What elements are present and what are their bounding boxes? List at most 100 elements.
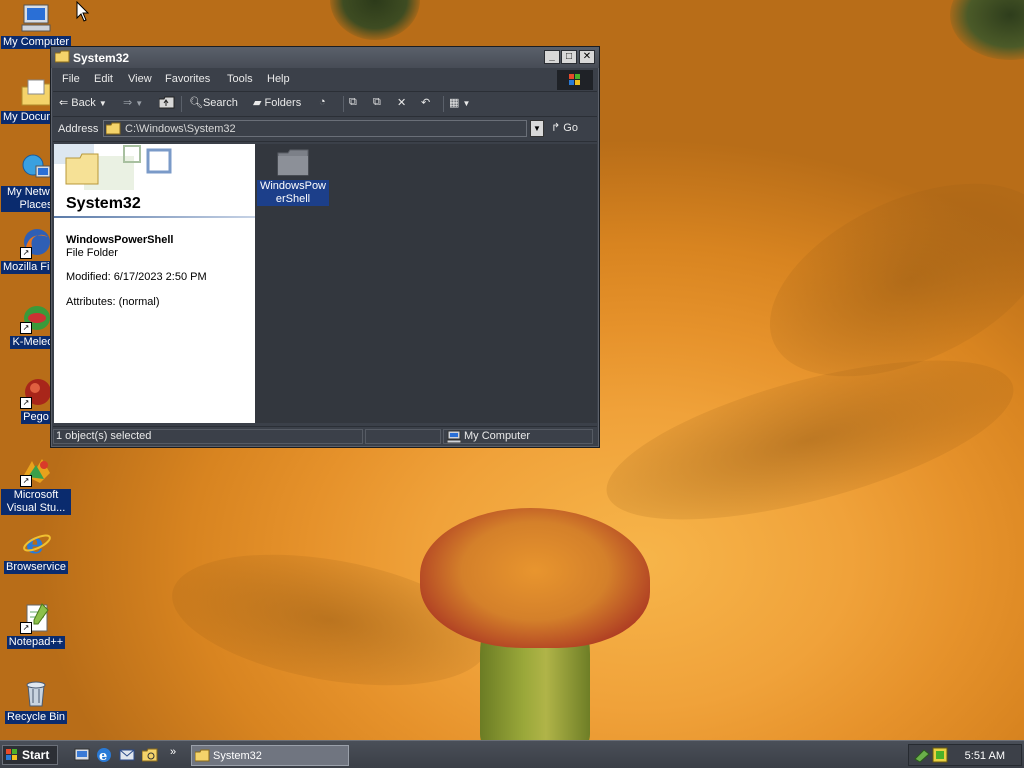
shortcut-arrow-icon: ↗ bbox=[20, 397, 32, 409]
details-folder-title: System32 bbox=[66, 195, 141, 212]
tray-security-icon[interactable] bbox=[932, 747, 948, 766]
my-documents-icon bbox=[20, 77, 52, 109]
folder-item-windowspowershell[interactable]: WindowsPowerShell bbox=[257, 148, 329, 206]
quicklaunch-outlook[interactable] bbox=[119, 747, 135, 763]
mail-icon bbox=[119, 749, 135, 761]
recycle-bin-icon bbox=[20, 677, 52, 709]
firefox-icon: ↗ bbox=[20, 227, 52, 259]
move-to-button[interactable]: ⧉ bbox=[349, 96, 357, 109]
my-computer-icon bbox=[20, 2, 52, 34]
folder-icon bbox=[194, 749, 210, 765]
status-bar: 1 object(s) selected My Computer bbox=[53, 426, 597, 446]
close-button[interactable]: ✕ bbox=[579, 50, 595, 64]
copy-to-button[interactable]: ⧉ bbox=[373, 96, 381, 109]
file-list[interactable]: WindowsPowerShell bbox=[255, 144, 597, 423]
desktop-icon-label: Browservice bbox=[4, 561, 68, 574]
status-zone-label: My Computer bbox=[464, 430, 531, 442]
taskbar-button-system32[interactable]: System32 bbox=[191, 745, 349, 766]
menu-edit[interactable]: Edit bbox=[94, 73, 113, 85]
address-input[interactable]: C:\Windows\System32 bbox=[103, 120, 527, 137]
back-label: Back bbox=[71, 97, 96, 109]
windows-logo-icon bbox=[6, 749, 18, 761]
history-icon: ◔ bbox=[319, 96, 326, 108]
pego-icon: ↗ bbox=[20, 377, 52, 409]
toolbar-separator bbox=[443, 96, 444, 112]
shortcut-arrow-icon: ↗ bbox=[20, 247, 32, 259]
my-computer-icon bbox=[446, 430, 462, 447]
tray-network-icon[interactable] bbox=[914, 747, 930, 766]
views-button[interactable]: ▦ ▼ bbox=[449, 96, 470, 109]
quicklaunch-explorer[interactable] bbox=[141, 747, 158, 763]
desktop-icon-label: Pego bbox=[21, 411, 51, 424]
menu-view[interactable]: View bbox=[128, 73, 152, 85]
menu-tools[interactable]: Tools bbox=[227, 73, 253, 85]
quicklaunch-show-desktop[interactable] bbox=[74, 747, 90, 763]
go-button[interactable]: ↱ Go bbox=[551, 121, 578, 134]
status-selection: 1 object(s) selected bbox=[53, 429, 363, 444]
quicklaunch-overflow-chevron-icon[interactable]: » bbox=[170, 746, 176, 758]
desktop-icon-label: Microsoft Visual Stu... bbox=[1, 489, 71, 515]
show-desktop-icon bbox=[74, 748, 90, 761]
clock[interactable]: 5:51 AM bbox=[965, 750, 1005, 762]
window-titlebar[interactable]: System32 _ □ ✕ bbox=[51, 47, 599, 68]
notepadpp-icon: ↗ bbox=[20, 602, 52, 634]
maximize-button[interactable]: □ bbox=[561, 50, 577, 64]
details-attributes: Attributes: (normal) bbox=[66, 296, 160, 308]
chevron-down-icon: ▼ bbox=[98, 99, 107, 108]
back-button[interactable]: ⇐ Back ▼ bbox=[59, 96, 107, 109]
folders-icon: ▰ bbox=[253, 97, 262, 109]
folders-label: Folders bbox=[264, 97, 302, 109]
undo-button[interactable]: ↶ bbox=[421, 96, 430, 109]
mouse-pointer-icon bbox=[76, 0, 90, 26]
minimize-button[interactable]: _ bbox=[544, 50, 560, 64]
menu-favorites[interactable]: Favorites bbox=[165, 73, 210, 85]
desktop-icon-label: Recycle Bin bbox=[4, 711, 68, 724]
back-arrow-icon: ⇐ bbox=[59, 97, 69, 109]
taskbar-button-label: System32 bbox=[213, 750, 262, 762]
menu-file[interactable]: File bbox=[62, 73, 80, 85]
move-to-icon: ⧉ bbox=[349, 96, 357, 108]
address-dropdown-button[interactable]: ▼ bbox=[530, 120, 544, 137]
desktop-icon-recycle-bin[interactable]: Recycle Bin bbox=[1, 677, 71, 727]
details-selected-type: File Folder bbox=[66, 247, 118, 259]
undo-icon: ↶ bbox=[421, 97, 431, 109]
folder-search-icon bbox=[141, 748, 158, 762]
desktop-icon-browservice[interactable]: e Browservice bbox=[1, 527, 71, 577]
search-label: Search bbox=[202, 97, 238, 109]
desktop-icon-my-computer[interactable]: My Computer bbox=[1, 2, 72, 52]
address-bar: Address C:\Windows\System32 ▼ ↱ Go bbox=[53, 117, 597, 142]
history-button[interactable]: ◔ bbox=[319, 96, 326, 108]
forward-button[interactable]: ⇒ ▼ bbox=[123, 96, 143, 109]
standard-toolbar: ⇐ Back ▼ ⇒ ▼ 🔍︎Search ▰ Folders ◔ ⧉ ⧉ ✕ … bbox=[53, 92, 597, 117]
toolbar-separator bbox=[181, 96, 182, 112]
folder-item-label: WindowsPowerShell bbox=[257, 180, 329, 206]
menu-help[interactable]: Help bbox=[267, 73, 290, 85]
up-folder-button[interactable] bbox=[158, 96, 175, 112]
internet-explorer-icon: e bbox=[20, 527, 52, 560]
desktop-icon-notepadpp[interactable]: ↗ Notepad++ bbox=[1, 602, 71, 652]
chevron-down-icon: ▼ bbox=[533, 124, 541, 133]
quicklaunch-browser[interactable]: e bbox=[96, 747, 112, 764]
menu-bar: File Edit View Favorites Tools Help bbox=[53, 69, 597, 92]
internet-explorer-icon: e bbox=[97, 748, 111, 764]
system-tray: 5:51 AM bbox=[908, 744, 1022, 766]
start-button[interactable]: Start bbox=[2, 745, 58, 765]
explorer-window[interactable]: System32 _ □ ✕ File Edit View Favorites … bbox=[50, 46, 600, 448]
delete-button[interactable]: ✕ bbox=[397, 96, 406, 109]
search-button[interactable]: 🔍︎Search bbox=[189, 96, 238, 109]
go-arrow-icon: ↱ bbox=[551, 122, 561, 134]
toolbar-separator bbox=[343, 96, 344, 112]
forward-arrow-icon: ⇒ bbox=[123, 97, 133, 109]
folders-button[interactable]: ▰ Folders bbox=[253, 96, 301, 109]
windows-logo-icon bbox=[557, 70, 593, 90]
delete-icon: ✕ bbox=[397, 97, 407, 109]
desktop-icon-visual-studio[interactable]: ↗ Microsoft Visual Stu... bbox=[1, 455, 71, 518]
details-selected-name: WindowsPowerShell bbox=[66, 234, 174, 246]
wallpaper-flower-center bbox=[420, 508, 650, 648]
go-label: Go bbox=[563, 122, 578, 134]
address-value: C:\Windows\System32 bbox=[125, 123, 236, 135]
window-title: System32 bbox=[73, 51, 130, 65]
shortcut-arrow-icon: ↗ bbox=[20, 322, 32, 334]
status-zone: My Computer bbox=[443, 429, 593, 444]
details-pane: System32 WindowsPowerShell File Folder M… bbox=[54, 144, 255, 423]
